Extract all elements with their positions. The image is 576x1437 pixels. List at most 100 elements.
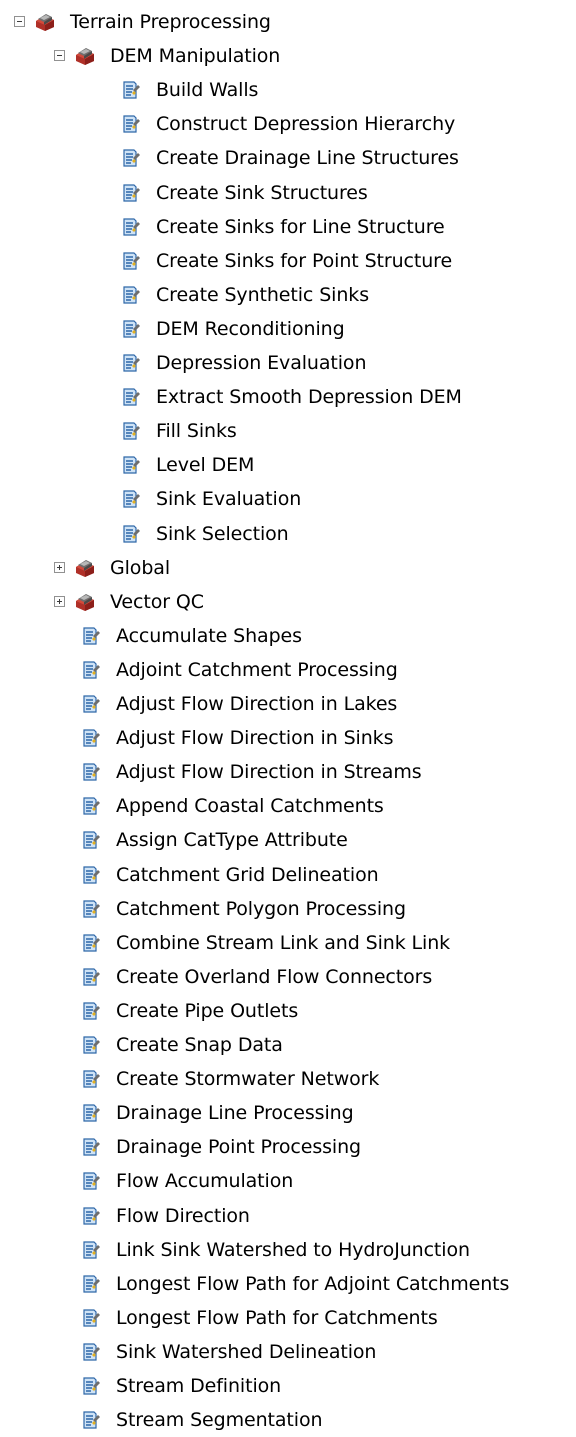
toolbox-label: Vector QC [110,590,204,613]
script-tool-icon [120,421,142,441]
toolbox-icon [74,592,96,612]
toolbox-node-vector-qc[interactable]: Vector QC [0,585,576,619]
tool-item-level-dem[interactable]: Level DEM [0,448,576,482]
tool-label: Link Sink Watershed to HydroJunction [116,1238,470,1261]
tool-label: Level DEM [156,454,255,477]
tool-item-create-sinks-for-line-structure[interactable]: Create Sinks for Line Structure [0,210,576,244]
tool-label: Create Overland Flow Connectors [116,965,433,988]
script-tool-icon [80,830,102,850]
script-tool-icon [120,148,142,168]
tool-item-adjoint-catchment-processing[interactable]: Adjoint Catchment Processing [0,653,576,687]
toolbox-label: Global [110,556,171,579]
tool-item-adjust-flow-direction-in-streams[interactable]: Adjust Flow Direction in Streams [0,755,576,789]
tool-item-drainage-line-processing[interactable]: Drainage Line Processing [0,1096,576,1130]
tool-label: Adjust Flow Direction in Streams [116,761,422,784]
tool-label: Catchment Polygon Processing [116,897,406,920]
script-tool-icon [80,626,102,646]
tool-item-sink-watershed-delineation[interactable]: Sink Watershed Delineation [0,1335,576,1369]
tool-label: Create Drainage Line Structures [156,147,459,170]
script-tool-icon [120,80,142,100]
script-tool-icon [80,967,102,987]
tool-item-create-pipe-outlets[interactable]: Create Pipe Outlets [0,994,576,1028]
tool-item-create-snap-data[interactable]: Create Snap Data [0,1028,576,1062]
tool-item-accumulate-shapes[interactable]: Accumulate Shapes [0,619,576,653]
script-tool-icon [80,1342,102,1362]
script-tool-icon [80,1137,102,1157]
tool-item-catchment-grid-delineation[interactable]: Catchment Grid Delineation [0,858,576,892]
script-tool-icon [120,353,142,373]
tool-label: Stream Definition [116,1375,282,1397]
tool-item-extract-smooth-depression-dem[interactable]: Extract Smooth Depression DEM [0,380,576,414]
script-tool-icon [120,217,142,237]
script-tool-icon [80,1035,102,1055]
tool-label: Create Stormwater Network [116,1068,380,1091]
toolbox-tree: Terrain Preprocessing DEM Manipulation Bui… [0,0,576,1433]
tool-item-create-synthetic-sinks[interactable]: Create Synthetic Sinks [0,278,576,312]
script-tool-icon [120,285,142,305]
tool-label: Append Coastal Catchments [116,795,384,818]
expand-icon[interactable] [54,561,65,573]
script-tool-icon [80,1410,102,1430]
tool-item-adjust-flow-direction-in-sinks[interactable]: Adjust Flow Direction in Sinks [0,721,576,755]
tool-label: Drainage Line Processing [116,1102,354,1125]
script-tool-icon [120,455,142,475]
tool-item-flow-accumulation[interactable]: Flow Accumulation [0,1164,576,1198]
tool-label: Adjoint Catchment Processing [116,658,398,681]
tool-item-stream-definition[interactable]: Stream Definition [0,1369,576,1403]
toolbox-icon [74,46,96,66]
collapse-icon[interactable] [14,16,25,27]
tool-item-link-sink-watershed-to-hydrojunction[interactable]: Link Sink Watershed to HydroJunction [0,1233,576,1267]
tool-item-catchment-polygon-processing[interactable]: Catchment Polygon Processing [0,892,576,926]
toolbox-icon [74,558,96,578]
script-tool-icon [80,1001,102,1021]
tool-label: Assign CatType Attribute [116,829,348,852]
tool-label: Flow Accumulation [116,1170,294,1193]
tool-item-create-sink-structures[interactable]: Create Sink Structures [0,176,576,210]
toolbox-node-dem-manipulation[interactable]: DEM Manipulation [0,39,576,73]
tool-item-build-walls[interactable]: Build Walls [0,73,576,107]
tool-item-construct-depression-hierarchy[interactable]: Construct Depression Hierarchy [0,107,576,141]
toolbox-node-global[interactable]: Global [0,551,576,585]
tool-item-fill-sinks[interactable]: Fill Sinks [0,414,576,448]
tool-label: Create Pipe Outlets [116,999,299,1022]
tool-label: Combine Stream Link and Sink Link [116,931,451,954]
script-tool-icon [80,1240,102,1260]
tool-item-stream-segmentation[interactable]: Stream Segmentation [0,1403,576,1437]
tool-label: Build Walls [156,79,259,102]
tool-item-sink-evaluation[interactable]: Sink Evaluation [0,482,576,516]
tool-label: Sink Watershed Delineation [116,1340,377,1363]
tool-item-combine-stream-link-and-sink-link[interactable]: Combine Stream Link and Sink Link [0,926,576,960]
tool-item-dem-reconditioning[interactable]: DEM Reconditioning [0,312,576,346]
tool-item-longest-flow-path-for-adjoint-catchments[interactable]: Longest Flow Path for Adjoint Catchments [0,1267,576,1301]
tool-item-drainage-point-processing[interactable]: Drainage Point Processing [0,1130,576,1164]
script-tool-icon [80,1171,102,1191]
script-tool-icon [80,694,102,714]
tool-item-longest-flow-path-for-catchments[interactable]: Longest Flow Path for Catchments [0,1301,576,1335]
tool-label: Sink Selection [156,522,289,545]
tool-item-depression-evaluation[interactable]: Depression Evaluation [0,346,576,380]
script-tool-icon [80,1103,102,1123]
script-tool-icon [80,660,102,680]
tool-item-assign-cattype-attribute[interactable]: Assign CatType Attribute [0,823,576,857]
script-tool-icon [120,183,142,203]
tool-item-append-coastal-catchments[interactable]: Append Coastal Catchments [0,789,576,823]
script-tool-icon [80,1206,102,1226]
toolbox-node-terrain-preprocessing[interactable]: Terrain Preprocessing [0,5,576,39]
tool-item-create-overland-flow-connectors[interactable]: Create Overland Flow Connectors [0,960,576,994]
tool-label: Drainage Point Processing [116,1136,362,1159]
script-tool-icon [80,899,102,919]
tool-item-create-stormwater-network[interactable]: Create Stormwater Network [0,1062,576,1096]
tool-item-create-sinks-for-point-structure[interactable]: Create Sinks for Point Structure [0,244,576,278]
tool-label: Depression Evaluation [156,352,367,374]
collapse-icon[interactable] [54,50,65,62]
script-tool-icon [120,524,142,544]
tool-label: Create Sinks for Line Structure [156,215,445,238]
tool-item-create-drainage-line-structures[interactable]: Create Drainage Line Structures [0,141,576,175]
script-tool-icon [120,251,142,271]
tool-item-sink-selection[interactable]: Sink Selection [0,517,576,551]
expand-icon[interactable] [54,595,65,607]
tool-item-flow-direction[interactable]: Flow Direction [0,1199,576,1233]
tool-label: Create Sinks for Point Structure [156,249,453,272]
tool-label: Longest Flow Path for Adjoint Catchments [116,1272,510,1295]
tool-item-adjust-flow-direction-in-lakes[interactable]: Adjust Flow Direction in Lakes [0,687,576,721]
